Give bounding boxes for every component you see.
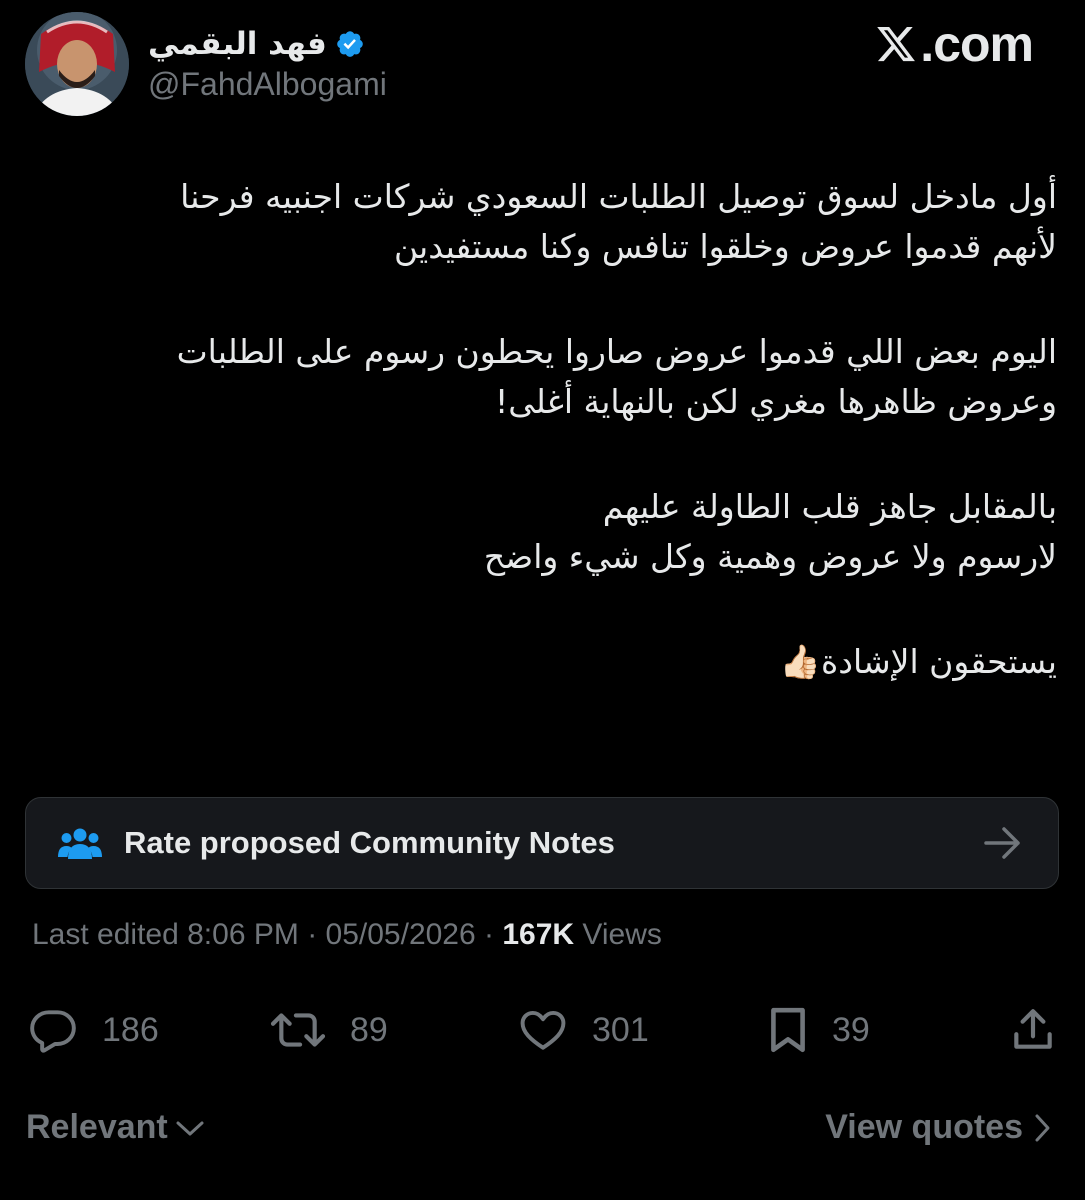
edited-prefix[interactable]: Last edited xyxy=(32,918,187,951)
tweet-text: أول مادخل لسوق توصيل الطلبات السعودي شرك… xyxy=(27,172,1057,687)
author-handle[interactable]: @FahdAlbogami xyxy=(148,66,387,103)
tweet-meta: Last edited 8:06 PM · 05/05/2026 · 167K … xyxy=(32,918,662,952)
views-count: 167K xyxy=(502,918,575,951)
meta-separator: · xyxy=(475,918,503,951)
reply-icon xyxy=(30,1010,76,1053)
repost-button[interactable]: 89 xyxy=(268,1002,388,1058)
verified-badge-icon xyxy=(335,29,365,59)
tweet-paragraph: اليوم بعض اللي قدموا عروض صاروا يحطون رس… xyxy=(176,332,1057,421)
chevron-right-icon xyxy=(1035,1114,1050,1141)
views-label: Views xyxy=(574,918,662,951)
arrow-right-icon xyxy=(984,827,1020,859)
meta-separator: · xyxy=(298,918,326,951)
like-button[interactable]: 301 xyxy=(516,1002,649,1058)
tweet-paragraph: يستحقون الإشادة👍🏻 xyxy=(779,642,1057,681)
rate-community-notes-button[interactable]: Rate proposed Community Notes xyxy=(25,797,1059,889)
repost-icon xyxy=(270,1013,326,1047)
share-button[interactable] xyxy=(1008,1002,1058,1058)
tweet-paragraph: أول مادخل لسوق توصيل الطلبات السعودي شرك… xyxy=(180,177,1057,266)
tweet-date[interactable]: 05/05/2026 xyxy=(326,918,476,951)
heart-icon xyxy=(520,1010,566,1050)
repost-count: 89 xyxy=(350,1010,388,1049)
bookmark-icon xyxy=(771,1007,805,1053)
chevron-down-icon xyxy=(176,1121,204,1135)
author-display-name[interactable]: فهد البقمي xyxy=(148,26,327,62)
reply-count: 186 xyxy=(102,1010,159,1049)
tweet-time[interactable]: 8:06 PM xyxy=(187,918,299,951)
people-icon xyxy=(58,828,102,859)
view-quotes-label: View quotes xyxy=(825,1108,1023,1146)
bookmark-button[interactable]: 39 xyxy=(766,1002,870,1058)
bookmark-count: 39 xyxy=(832,1010,870,1049)
reply-button[interactable]: 186 xyxy=(26,1002,159,1058)
share-icon xyxy=(1014,1009,1052,1049)
like-count: 301 xyxy=(592,1010,649,1049)
x-com-logo: .com xyxy=(874,16,1034,72)
sort-dropdown[interactable]: Relevant xyxy=(26,1108,206,1147)
author-display-name-row[interactable]: فهد البقمي xyxy=(148,24,365,64)
sort-label: Relevant xyxy=(26,1108,168,1146)
community-notes-label: Rate proposed Community Notes xyxy=(124,825,615,860)
avatar[interactable] xyxy=(25,12,129,116)
tweet-paragraph: بالمقابل جاهز قلب الطاولة عليهم لارسوم و… xyxy=(483,487,1057,576)
logo-text: .com xyxy=(920,16,1034,72)
x-logo-icon xyxy=(877,26,916,62)
view-quotes-link[interactable]: View quotes xyxy=(825,1108,1051,1147)
